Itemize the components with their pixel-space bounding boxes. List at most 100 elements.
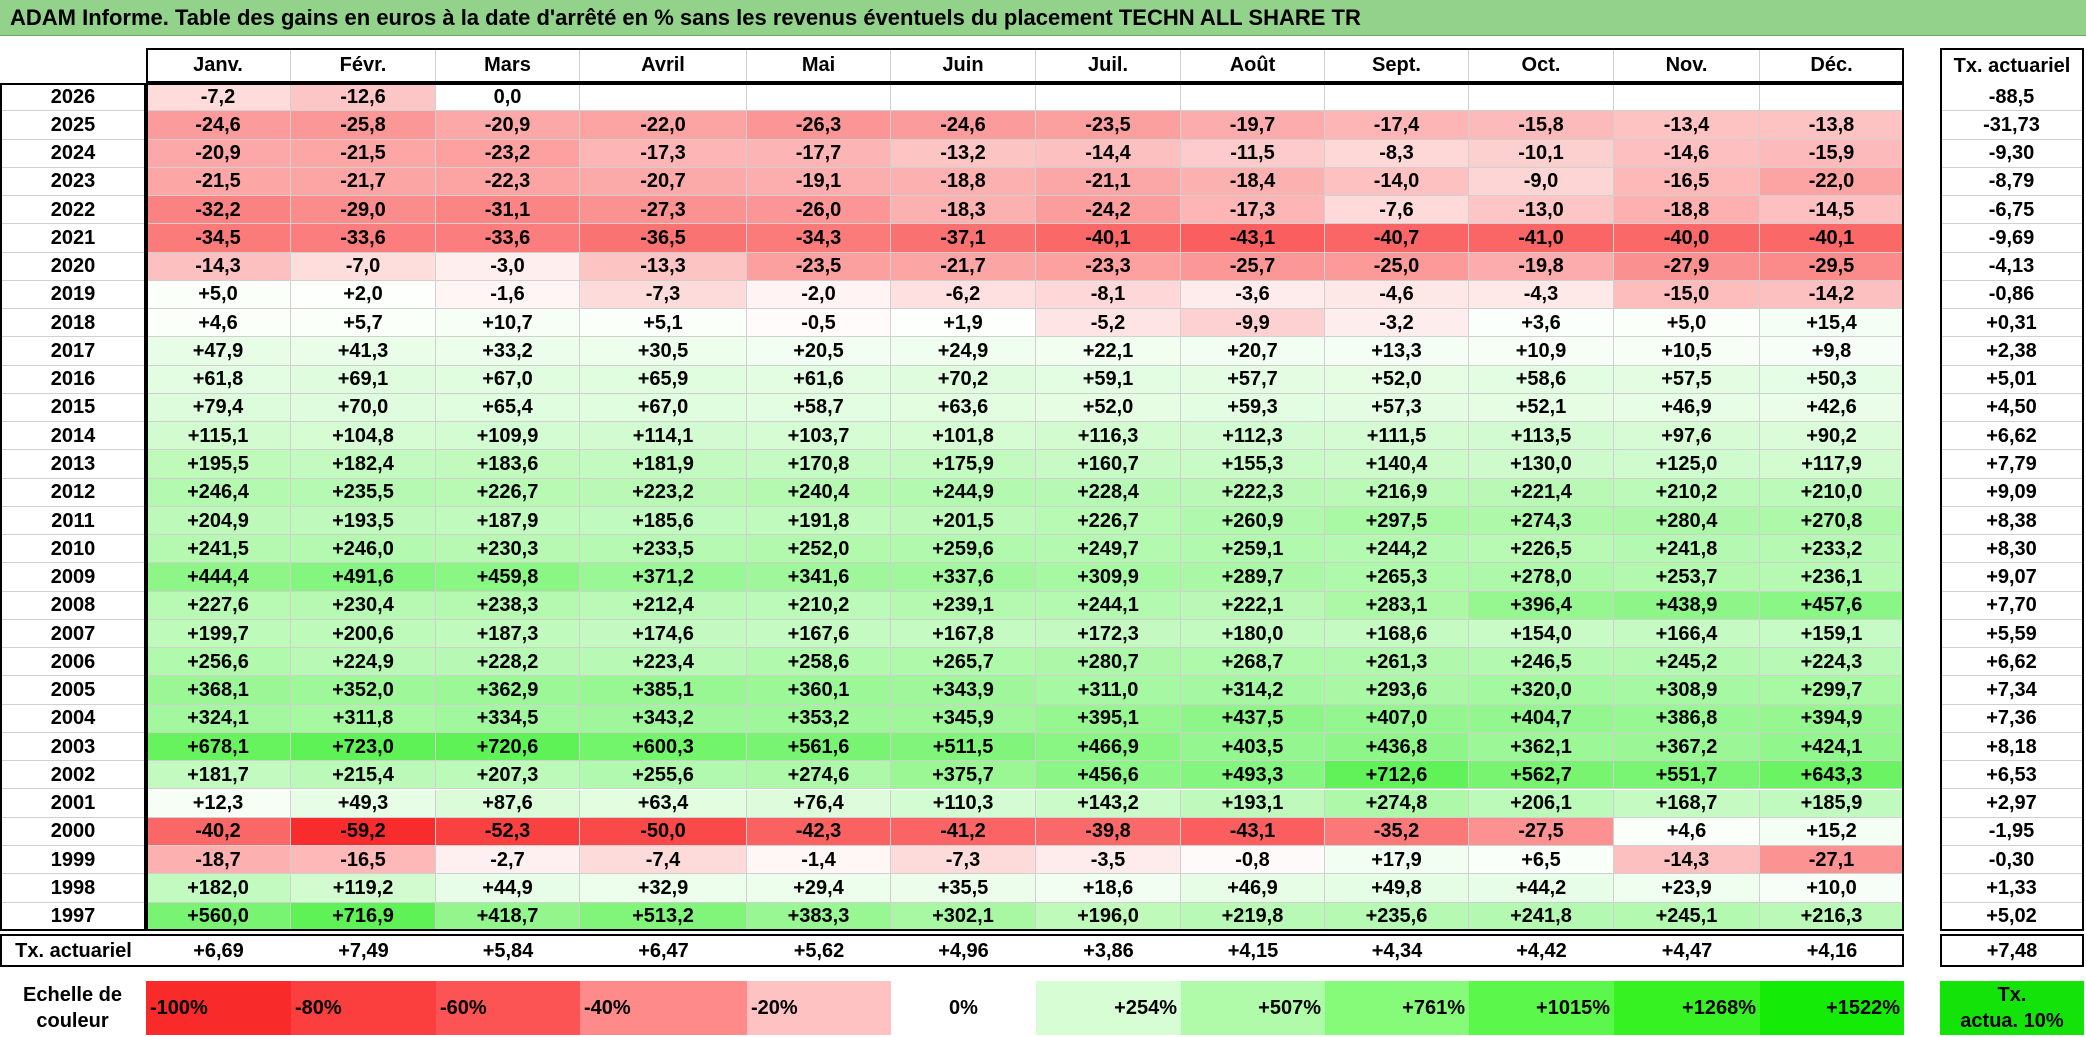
table-cell: +57,5: [1614, 365, 1760, 394]
table-cell: +280,4: [1614, 506, 1760, 536]
table-cell: +155,3: [1181, 450, 1325, 479]
rate-cell: -1,95: [1940, 817, 2084, 846]
scale-step: -20%: [747, 981, 891, 1035]
table-cell: +241,5: [146, 535, 291, 564]
year-label: 1998: [2, 874, 145, 903]
table-cell: -3,2: [1325, 309, 1469, 338]
table-cell: +386,8: [1614, 704, 1760, 733]
scale-step: +1268%: [1614, 981, 1760, 1035]
table-cell: +117,9: [1760, 450, 1904, 479]
table-cell: +560,0: [146, 902, 291, 931]
table-cell: +5,0: [146, 280, 291, 310]
table-cell: -2,0: [747, 280, 891, 310]
table-cell: +293,6: [1325, 676, 1469, 705]
table-cell: +59,1: [1036, 365, 1181, 394]
scale-label: Echelle de couleur: [0, 981, 145, 1035]
table-cell: +20,5: [747, 337, 891, 366]
table-cell: +168,6: [1325, 619, 1469, 649]
table-cell: -13,3: [580, 252, 747, 281]
table-cell: +720,6: [436, 732, 580, 762]
table-cell: +375,7: [891, 761, 1036, 790]
table-cell: +437,5: [1181, 704, 1325, 733]
table-cell: -17,4: [1325, 111, 1469, 140]
table-cell: -43,1: [1181, 224, 1325, 253]
table-cell: +57,3: [1325, 393, 1469, 423]
table-cell: +63,6: [891, 393, 1036, 423]
table-cell: +90,2: [1760, 422, 1904, 451]
table-cell: +246,0: [291, 535, 436, 564]
table-cell: +278,0: [1469, 563, 1614, 592]
table-cell: +49,3: [291, 789, 436, 818]
table-cell: +219,8: [1181, 902, 1325, 931]
year-label: 2002: [2, 761, 145, 790]
table-cell: +493,3: [1181, 761, 1325, 790]
table-cell: +418,7: [436, 902, 580, 931]
table-cell: -21,1: [1036, 167, 1181, 197]
table-cell: [1181, 83, 1325, 112]
table-cell: -33,6: [436, 224, 580, 253]
table-cell: [1036, 83, 1181, 112]
table-cell: +185,6: [580, 506, 747, 536]
table-cell: -7,2: [146, 83, 291, 112]
year-label: 2025: [2, 111, 145, 140]
table-cell: +289,7: [1181, 563, 1325, 592]
table-cell: +265,7: [891, 648, 1036, 677]
month-header: Mars: [436, 48, 580, 83]
table-cell: +115,1: [146, 422, 291, 451]
table-cell: +241,8: [1469, 902, 1614, 931]
table-cell: [580, 83, 747, 112]
table-cell: -40,1: [1036, 224, 1181, 253]
month-header: Déc.: [1760, 48, 1904, 83]
table-cell: +29,4: [747, 874, 891, 903]
table-cell: +97,6: [1614, 422, 1760, 451]
table-cell: +13,3: [1325, 337, 1469, 366]
table-cell: +210,0: [1760, 478, 1904, 507]
footer-rate-cell: +4,47: [1661, 939, 1713, 962]
table-cell: -5,2: [1036, 309, 1181, 338]
table-cell: +9,8: [1760, 337, 1904, 366]
table-cell: -40,0: [1614, 224, 1760, 253]
table-cell: +196,0: [1036, 902, 1181, 931]
table-cell: +57,7: [1181, 365, 1325, 394]
table-cell: -23,5: [747, 252, 891, 281]
year-label: 1999: [2, 846, 145, 875]
table-cell: -20,9: [436, 111, 580, 140]
table-cell: +50,3: [1760, 365, 1904, 394]
table-cell: -9,9: [1181, 309, 1325, 338]
table-cell: +222,1: [1181, 591, 1325, 620]
footer-rate-cell: +4,42: [1516, 939, 1567, 962]
table-cell: +175,9: [891, 450, 1036, 479]
table-cell: -34,5: [146, 224, 291, 253]
table-cell: [1614, 83, 1760, 112]
table-cell: +367,2: [1614, 732, 1760, 762]
page-title: ADAM Informe. Table des gains en euros à…: [10, 5, 1361, 30]
table-cell: +456,6: [1036, 761, 1181, 790]
table-cell: -7,3: [891, 846, 1036, 875]
year-label: 2020: [2, 252, 145, 281]
footer-rate-cell: +4,96: [938, 939, 989, 962]
table-cell: -20,9: [146, 139, 291, 168]
footer-rate-cell: +4,34: [1371, 939, 1423, 962]
table-cell: -40,1: [1760, 224, 1904, 253]
table-cell: -25,8: [291, 111, 436, 140]
table-cell: +119,2: [291, 874, 436, 903]
table-cell: +113,5: [1469, 422, 1614, 451]
table-cell: +101,8: [891, 422, 1036, 451]
table-cell: +174,6: [580, 619, 747, 649]
footer-rate-cell: +6,69: [193, 939, 244, 962]
rate-cell: -0,86: [1940, 280, 2084, 310]
table-cell: -22,0: [580, 111, 747, 140]
year-label: 2021: [2, 224, 145, 253]
table-cell: +44,2: [1469, 874, 1614, 903]
table-cell: -3,5: [1036, 846, 1181, 875]
table-cell: +274,6: [747, 761, 891, 790]
rate-cell: -4,13: [1940, 252, 2084, 281]
table-cell: +241,8: [1614, 535, 1760, 564]
table-cell: +360,1: [747, 676, 891, 705]
scale-step: +761%: [1325, 981, 1469, 1035]
month-header: Avril: [580, 48, 747, 83]
table-cell: -18,7: [146, 846, 291, 875]
rate-cell: +8,38: [1940, 506, 2084, 536]
table-cell: -13,4: [1614, 111, 1760, 140]
table-cell: +116,3: [1036, 422, 1181, 451]
